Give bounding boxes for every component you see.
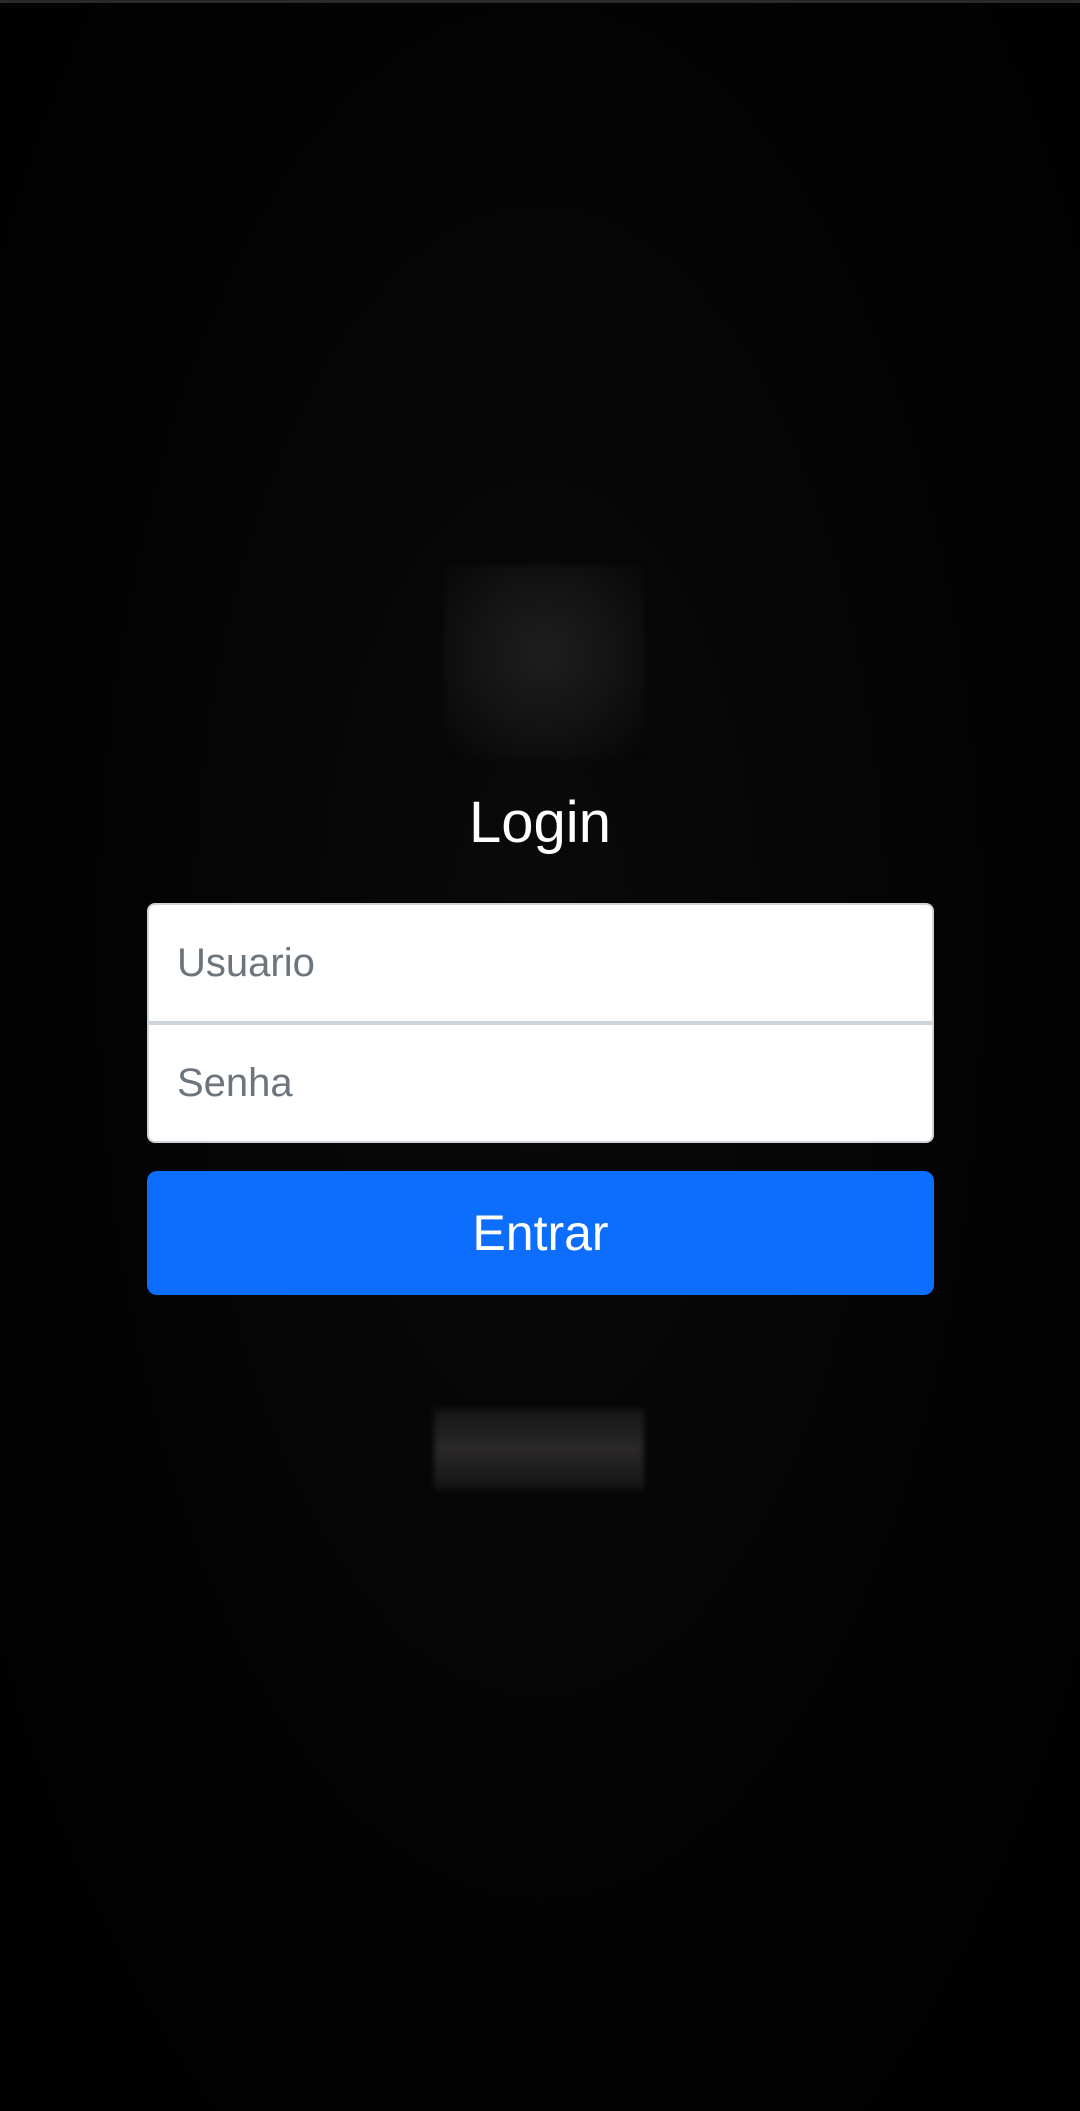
app-logo	[444, 565, 644, 761]
page-title: Login	[469, 790, 611, 855]
login-button[interactable]: Entrar	[147, 1171, 934, 1295]
login-screen: Login Usuario Senha Entrar	[0, 0, 1080, 2111]
username-placeholder: Usuario	[177, 940, 315, 985]
username-field[interactable]: Usuario	[147, 903, 934, 1023]
password-placeholder: Senha	[177, 1060, 293, 1105]
footer-blurred-text	[434, 1409, 644, 1489]
password-field[interactable]: Senha	[147, 1023, 934, 1143]
